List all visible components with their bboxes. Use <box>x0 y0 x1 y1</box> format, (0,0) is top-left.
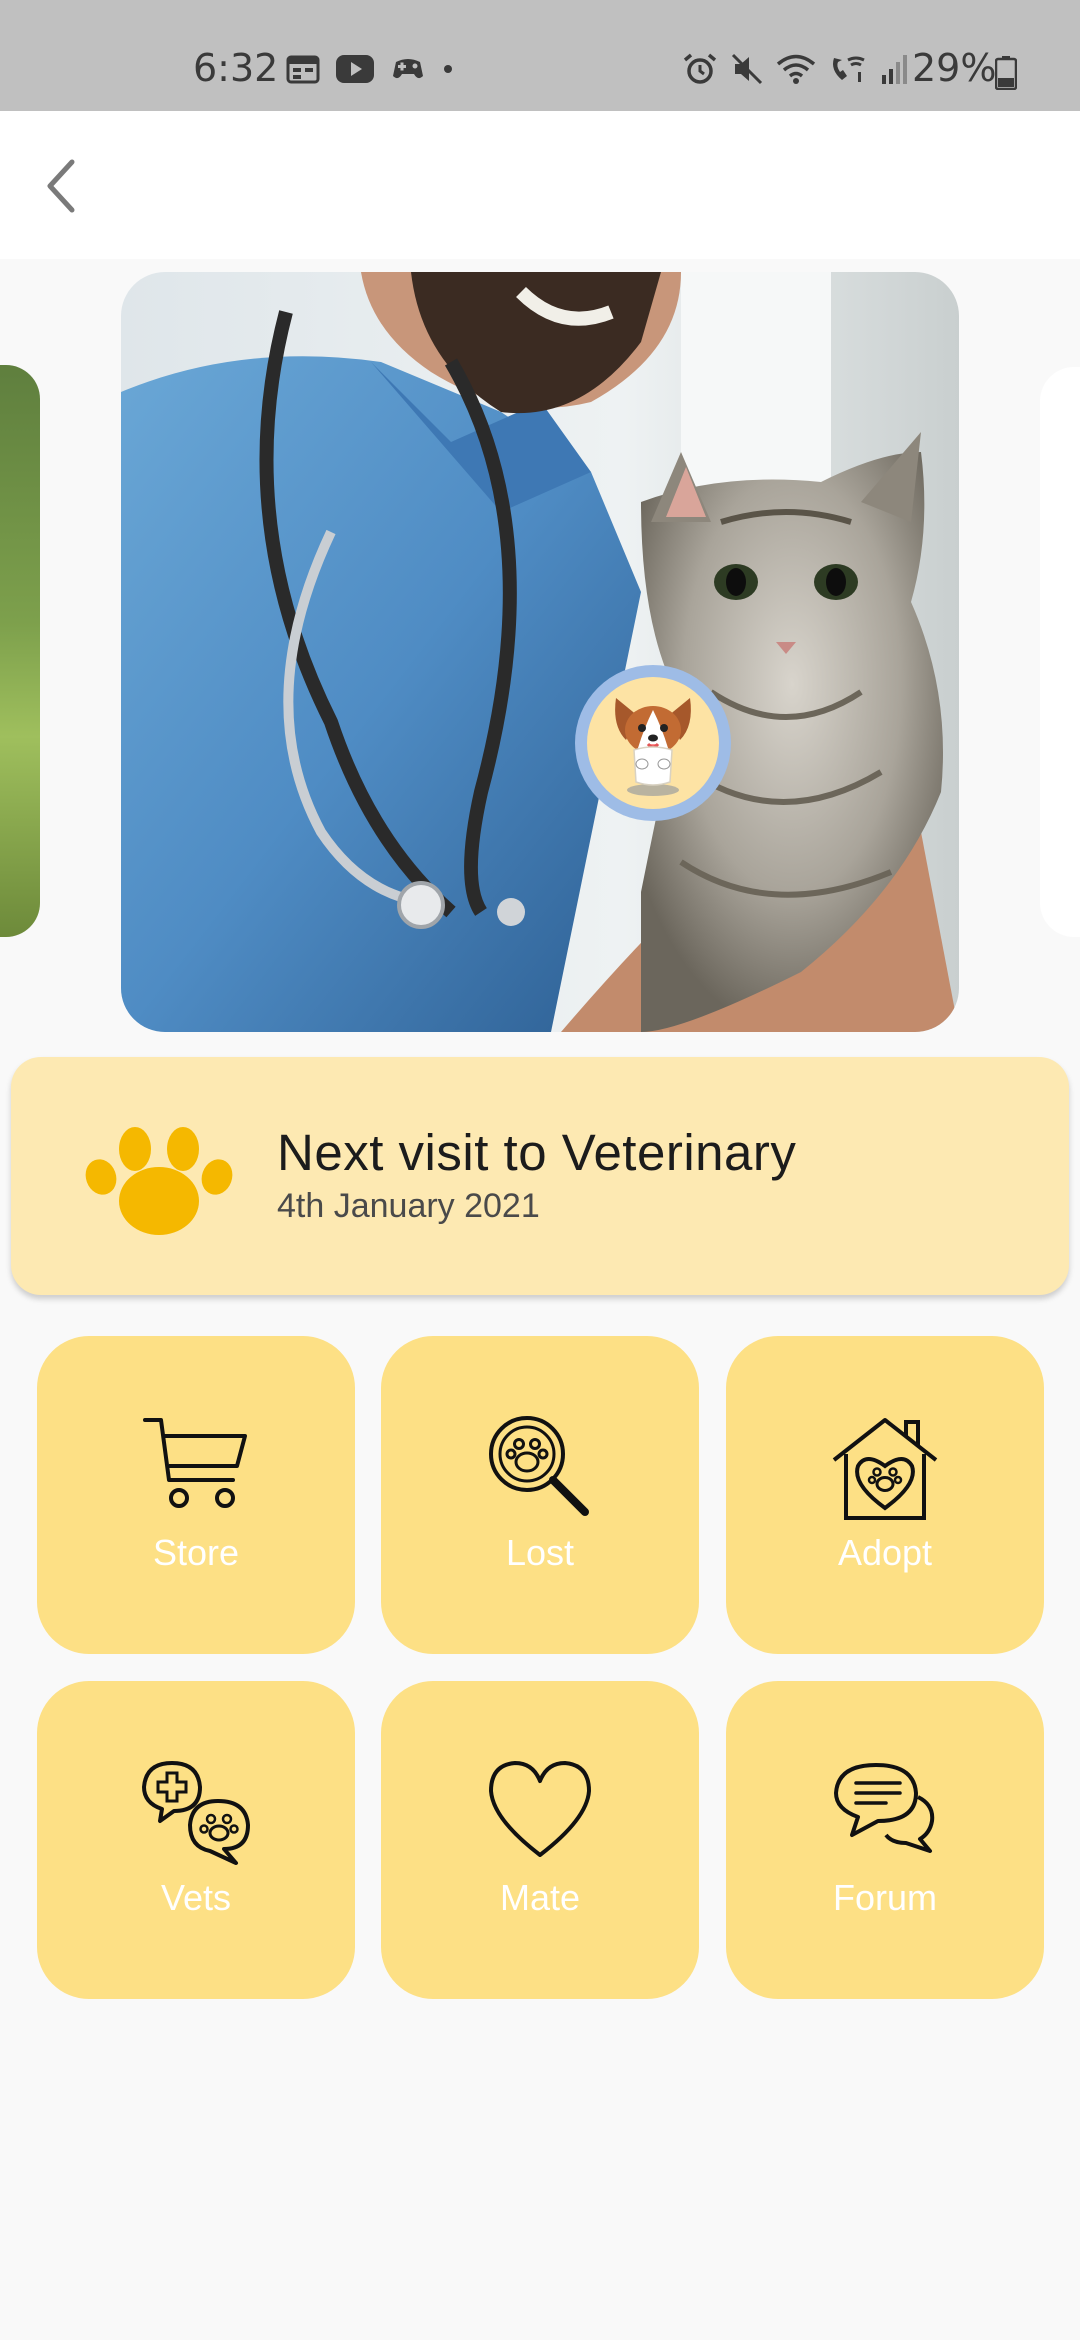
status-bar: 6:32 29% <box>0 0 1080 111</box>
lost-label: Lost <box>505 1532 575 1573</box>
store-label: Store <box>152 1532 240 1573</box>
youtube-icon <box>336 55 374 83</box>
system-icons <box>682 52 910 86</box>
signal-icon <box>882 55 907 84</box>
vets-label: Vets <box>160 1877 232 1918</box>
mate-tile[interactable]: Mate <box>381 1681 699 1999</box>
paw-icon <box>85 1127 233 1235</box>
lost-tile[interactable]: Lost <box>381 1336 699 1654</box>
battery-icon <box>995 56 1017 90</box>
image-carousel[interactable] <box>0 259 1080 1039</box>
puppy-avatar-icon <box>615 698 691 796</box>
status-time: 6:32 <box>193 46 279 90</box>
next-visit-card[interactable]: Next visit to Veterinary 4th January 202… <box>11 1057 1069 1295</box>
battery-percent: 29% <box>912 46 997 90</box>
calendar-icon <box>286 55 320 84</box>
carousel-current-slide[interactable] <box>121 272 959 1032</box>
forum-tile[interactable]: Forum <box>726 1681 1044 1999</box>
notification-icons <box>286 54 454 84</box>
visit-title: Next visit to Veterinary <box>277 1124 797 1181</box>
game-icon <box>393 59 423 79</box>
vet-chat-icon <box>142 1761 250 1865</box>
dot-icon <box>444 65 452 73</box>
carousel-next-slide[interactable] <box>1040 367 1080 937</box>
heart-house-icon <box>832 1418 938 1520</box>
alarm-icon <box>683 53 717 84</box>
wifi-icon <box>776 54 816 84</box>
chevron-left-icon <box>47 159 75 213</box>
app-bar <box>0 111 1080 259</box>
back-button[interactable] <box>30 151 90 221</box>
forum-label: Forum <box>832 1877 937 1918</box>
puppy-avatar-badge[interactable] <box>575 665 731 821</box>
visit-date: 4th January 2021 <box>277 1187 540 1225</box>
mute-icon <box>731 53 763 85</box>
wifi-call-icon <box>833 56 865 82</box>
heart-icon <box>489 1761 591 1857</box>
paw-magnifier-icon <box>489 1416 589 1516</box>
adopt-tile[interactable]: Adopt <box>726 1336 1044 1654</box>
mate-label: Mate <box>499 1877 581 1918</box>
shopping-cart-icon <box>143 1418 247 1508</box>
vet-with-cat-photo <box>121 272 959 1032</box>
adopt-label: Adopt <box>837 1532 933 1573</box>
vets-tile[interactable]: Vets <box>37 1681 355 1999</box>
store-tile[interactable]: Store <box>37 1336 355 1654</box>
chat-bubble-icon <box>834 1763 935 1853</box>
carousel-prev-slide[interactable] <box>0 365 40 937</box>
